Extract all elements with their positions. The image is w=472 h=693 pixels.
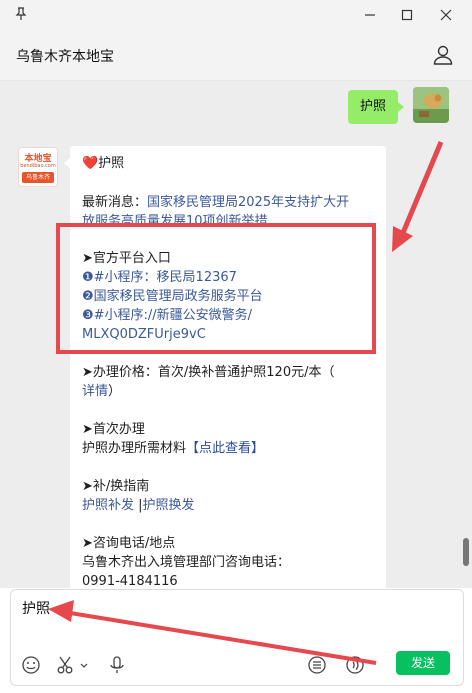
message-title: ❤️护照 xyxy=(82,156,125,171)
voice-icon[interactable] xyxy=(345,655,365,675)
message-input-text: 护照 xyxy=(22,601,50,617)
contact-text: 乌鲁木齐出入境管理部门咨询电话： xyxy=(82,555,291,570)
chevron-down-icon[interactable] xyxy=(78,655,90,675)
chat-scrollbar[interactable] xyxy=(462,81,472,588)
avatar-logo-city: 乌鲁木齐 xyxy=(22,172,54,183)
window-titlebar xyxy=(0,0,472,34)
send-button[interactable]: 发送 xyxy=(396,651,450,675)
first-text: 护照办理所需材料 xyxy=(82,441,187,456)
replace-heading: ➤补/换指南 xyxy=(82,479,150,494)
annotation-box-official xyxy=(56,223,376,354)
news-label: 最新消息： xyxy=(82,195,148,210)
user-icon[interactable] xyxy=(432,44,454,66)
microphone-icon[interactable] xyxy=(107,655,127,675)
news-link[interactable]: 国家移民管理局2025年支持扩大开 xyxy=(147,195,349,210)
minimize-icon[interactable] xyxy=(359,6,381,28)
replace-link-reissue[interactable]: 护照补发 xyxy=(82,498,134,513)
bot-avatar[interactable]: 本地宝 bendibao.com 乌鲁木齐 xyxy=(18,147,58,187)
price-close: ） xyxy=(108,384,122,399)
close-icon[interactable] xyxy=(435,6,457,28)
outgoing-message-bubble[interactable]: 护照 xyxy=(348,90,405,124)
replace-link-renew[interactable]: 护照换发 xyxy=(143,498,195,513)
scrollbar-thumb[interactable] xyxy=(463,538,469,566)
price-line: ➤办理价格：首次/换补普通护照120元/本（ xyxy=(82,365,335,380)
chat-header: 乌鲁木齐本地宝 xyxy=(0,34,472,81)
list-icon[interactable] xyxy=(307,655,327,675)
emoji-icon[interactable] xyxy=(21,655,41,675)
first-link[interactable]: 【点此查看】 xyxy=(186,441,264,456)
first-heading: ➤首次办理 xyxy=(82,422,145,437)
maximize-icon[interactable] xyxy=(396,6,418,28)
price-detail-link[interactable]: 详情 xyxy=(82,384,108,399)
contact-heading: ➤咨询电话/地点 xyxy=(82,536,176,551)
bot-message-bubble: ❤️护照 最新消息：国家移民管理局2025年支持扩大开 放服务高质量发展10项创… xyxy=(64,146,386,606)
scissors-icon[interactable] xyxy=(56,655,76,675)
self-avatar[interactable] xyxy=(413,87,449,123)
avatar-logo-sub: bendibao.com xyxy=(20,163,56,169)
chat-title: 乌鲁木齐本地宝 xyxy=(16,49,114,65)
pin-icon[interactable] xyxy=(10,6,32,28)
